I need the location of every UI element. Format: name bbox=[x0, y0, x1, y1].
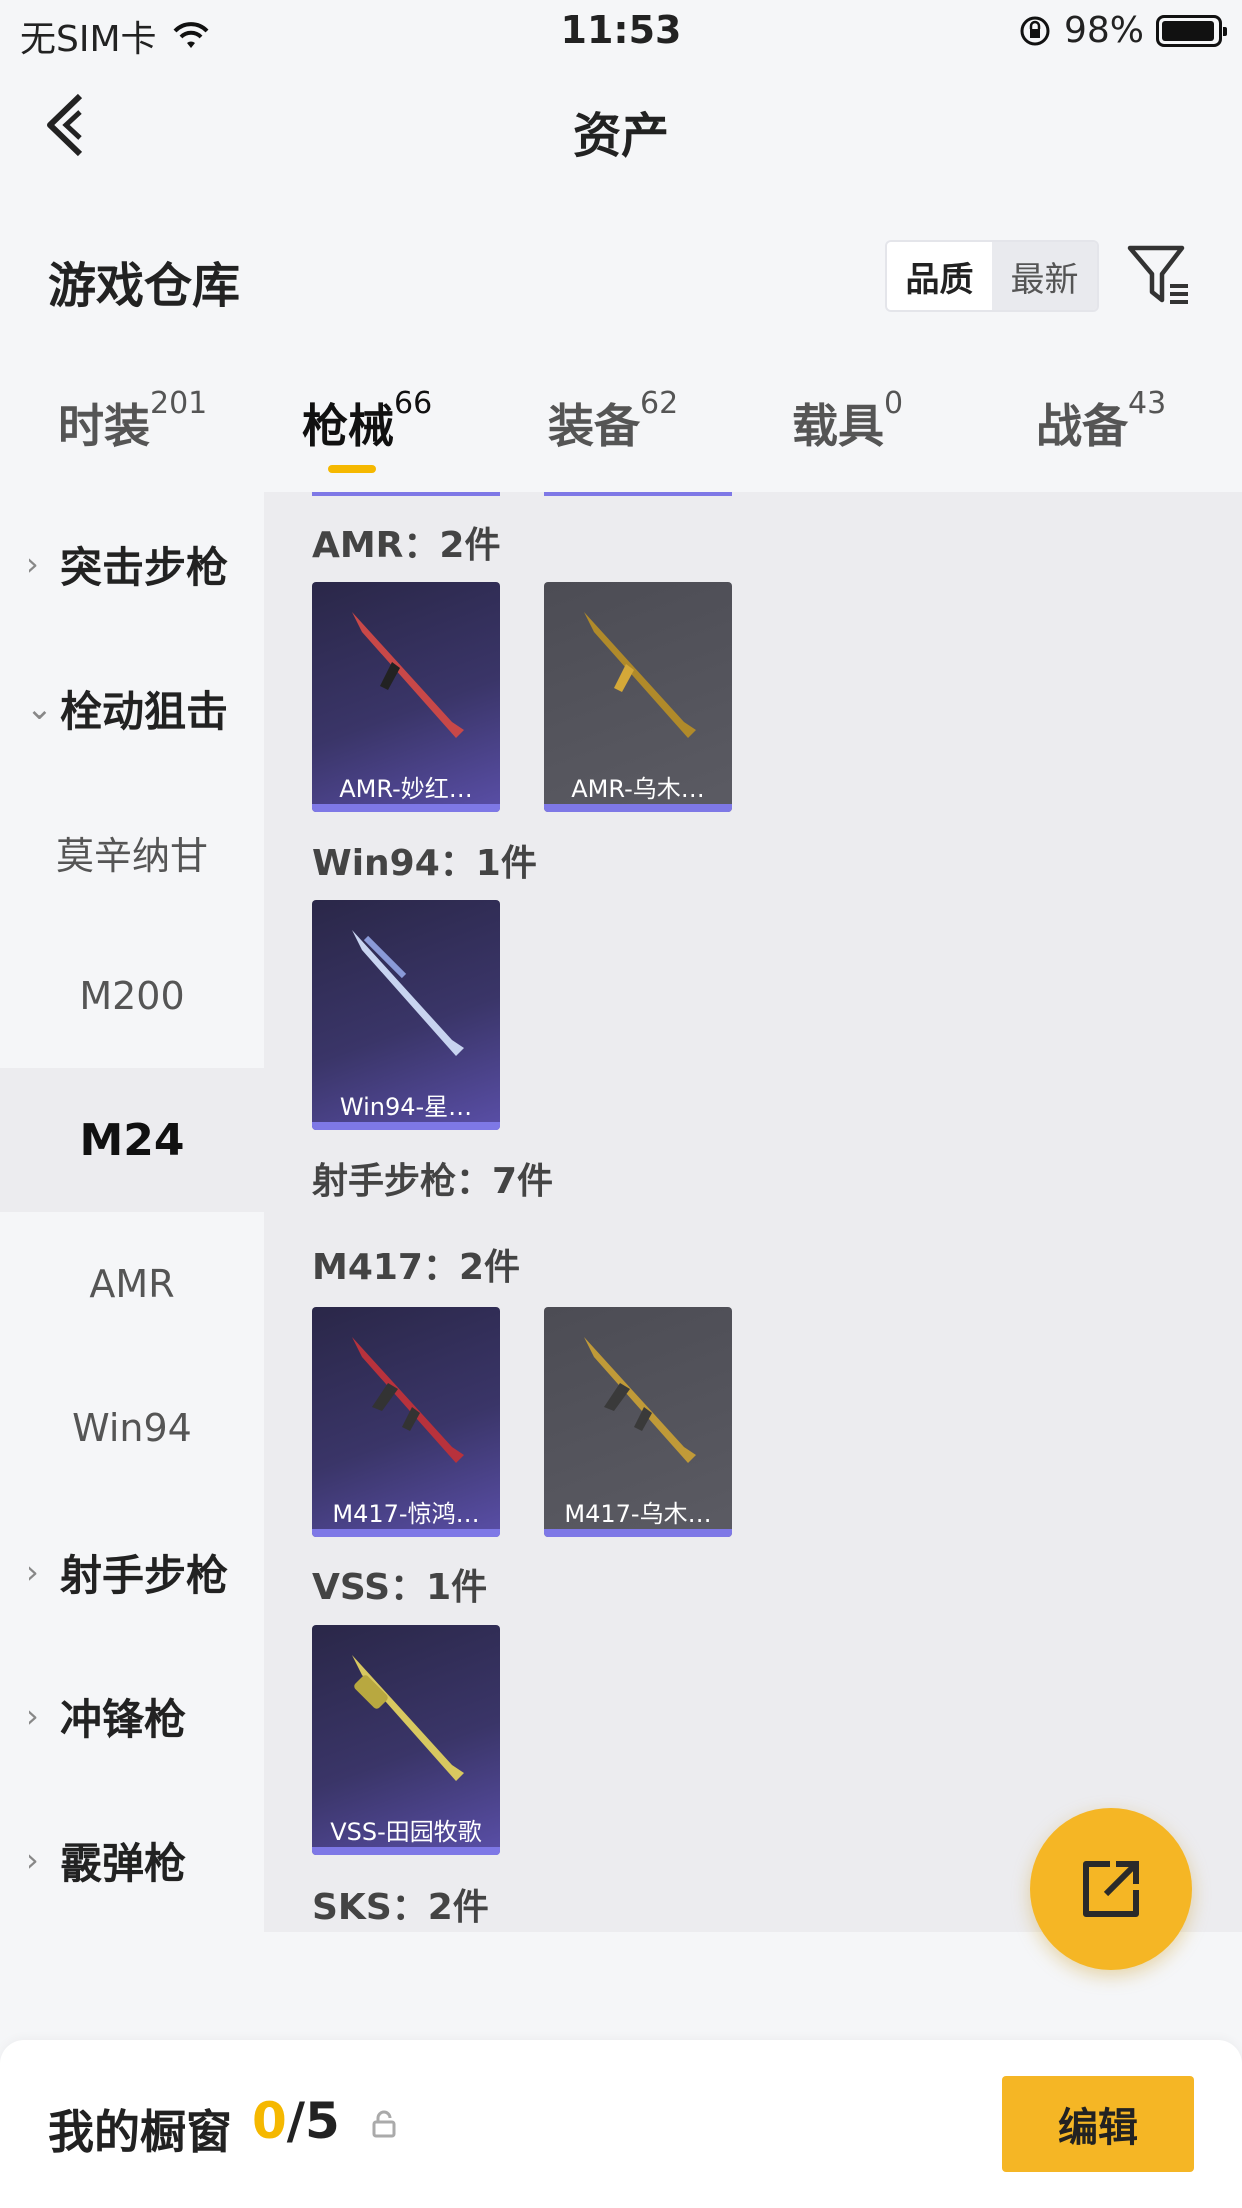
item-name: AMR-乌木… bbox=[571, 775, 705, 803]
rifle-icon bbox=[352, 612, 464, 738]
sidebar-item-amr[interactable]: AMR bbox=[0, 1212, 264, 1356]
item-name: M417-乌木… bbox=[564, 1500, 712, 1528]
share-icon bbox=[1083, 1861, 1139, 1917]
weapon-image bbox=[584, 612, 696, 738]
sidebar-item-smg[interactable]: › 冲锋枪 bbox=[0, 1644, 264, 1788]
share-button[interactable] bbox=[1030, 1808, 1192, 1970]
rifle-icon bbox=[352, 1655, 464, 1781]
item-name: Win94-星… bbox=[339, 1093, 473, 1121]
category-header: AMR：2件 bbox=[312, 525, 501, 566]
item-card[interactable]: M417-惊鸿… bbox=[312, 1307, 500, 1537]
item-name: VSS-田园牧歌 bbox=[330, 1818, 482, 1846]
weapon-image bbox=[352, 1655, 464, 1781]
weapon-image bbox=[352, 930, 464, 1056]
rifle-icon bbox=[584, 612, 696, 738]
page-title: 资产 bbox=[572, 108, 669, 164]
item-card[interactable]: M417-乌木… bbox=[544, 1307, 732, 1537]
rarity-bar bbox=[312, 1529, 500, 1537]
sidebar-item-m200[interactable]: M200 bbox=[0, 924, 264, 1068]
category-header: Win94：1件 bbox=[312, 843, 537, 884]
tab-equipment[interactable]: 装备62 bbox=[548, 386, 678, 456]
chevron-right-icon: › bbox=[26, 545, 39, 583]
item-card[interactable]: AMR-乌木… bbox=[544, 582, 732, 812]
lock-icon bbox=[372, 2110, 396, 2138]
battery-icon bbox=[1156, 14, 1227, 47]
sidebar: › 突击步枪 ⌄ 栓动狙击 莫辛纳甘 M200 M24 AMR Win94 › … bbox=[0, 492, 264, 1932]
filter-icon[interactable] bbox=[1124, 240, 1194, 310]
status-bar: 无SIM卡 11:53 98% bbox=[0, 0, 1242, 64]
weapon-image bbox=[352, 612, 464, 738]
rarity-bar bbox=[544, 1529, 732, 1537]
item-name: AMR-妙红… bbox=[339, 775, 473, 803]
sidebar-item-bolt-sniper[interactable]: ⌄ 栓动狙击 bbox=[0, 636, 264, 780]
sort-newest-button[interactable]: 最新 bbox=[992, 242, 1097, 310]
chevron-down-icon: ⌄ bbox=[26, 689, 53, 727]
card-edge bbox=[312, 492, 500, 496]
category-header: SKS：2件 bbox=[312, 1887, 489, 1928]
weapon-image bbox=[584, 1337, 696, 1463]
sidebar-item-shotgun[interactable]: › 霰弹枪 bbox=[0, 1788, 264, 1932]
orientation-lock-icon bbox=[1020, 16, 1050, 45]
category-tabs: 时装201 枪械66 装备62 载具0 战备43 bbox=[0, 386, 1242, 490]
rifle-icon bbox=[584, 1337, 696, 1463]
rarity-bar bbox=[312, 1847, 500, 1855]
sort-toggle: 品质 最新 bbox=[885, 240, 1099, 312]
sort-quality-button[interactable]: 品质 bbox=[887, 242, 992, 310]
chevron-right-icon: › bbox=[26, 1841, 39, 1879]
item-card[interactable]: VSS-田园牧歌 bbox=[312, 1625, 500, 1855]
tab-supplies[interactable]: 战备43 bbox=[1036, 386, 1166, 456]
chevron-right-icon: › bbox=[26, 1553, 39, 1591]
rarity-bar bbox=[312, 1122, 500, 1130]
sidebar-item-win94[interactable]: Win94 bbox=[0, 1356, 264, 1500]
battery-percent: 98% bbox=[1063, 10, 1144, 51]
weapon-image bbox=[352, 1337, 464, 1463]
showcase-title: 我的橱窗 bbox=[48, 2105, 232, 2159]
edit-button[interactable]: 编辑 bbox=[1002, 2076, 1194, 2172]
category-header: VSS：1件 bbox=[312, 1567, 488, 1608]
showcase-count: 0/5 bbox=[252, 2092, 340, 2150]
rifle-icon bbox=[352, 930, 464, 1056]
item-grid: AMR：2件 AMR-妙红… AMR-乌木… Win94：1件 Win94-星…… bbox=[264, 492, 1242, 1932]
chevron-right-icon: › bbox=[26, 1697, 39, 1735]
item-name: M417-惊鸿… bbox=[332, 1500, 480, 1528]
item-card[interactable]: Win94-星… bbox=[312, 900, 500, 1130]
section-title: 游戏仓库 bbox=[48, 258, 241, 314]
tab-vehicles[interactable]: 载具0 bbox=[792, 386, 903, 456]
showcase-bar: 我的橱窗 0/5 编辑 bbox=[0, 2040, 1242, 2208]
rarity-bar bbox=[312, 804, 500, 812]
sidebar-item-m24[interactable]: M24 bbox=[0, 1068, 264, 1212]
sidebar-item-mosin[interactable]: 莫辛纳甘 bbox=[0, 780, 264, 924]
rifle-icon bbox=[352, 1337, 464, 1463]
rarity-bar bbox=[544, 804, 732, 812]
category-header: 射手步枪：7件 bbox=[312, 1161, 554, 1202]
sidebar-item-marksman-rifle[interactable]: › 射手步枪 bbox=[0, 1500, 264, 1644]
tab-fashion[interactable]: 时装201 bbox=[58, 386, 207, 456]
category-header: M417：2件 bbox=[312, 1247, 521, 1288]
card-edge bbox=[544, 492, 732, 496]
active-tab-indicator bbox=[328, 465, 376, 473]
sidebar-item-assault-rifle[interactable]: › 突击步枪 bbox=[0, 492, 264, 636]
tab-firearms[interactable]: 枪械66 bbox=[302, 386, 432, 456]
item-card[interactable]: AMR-妙红… bbox=[312, 582, 500, 812]
nav-bar: 资产 bbox=[0, 70, 1242, 180]
